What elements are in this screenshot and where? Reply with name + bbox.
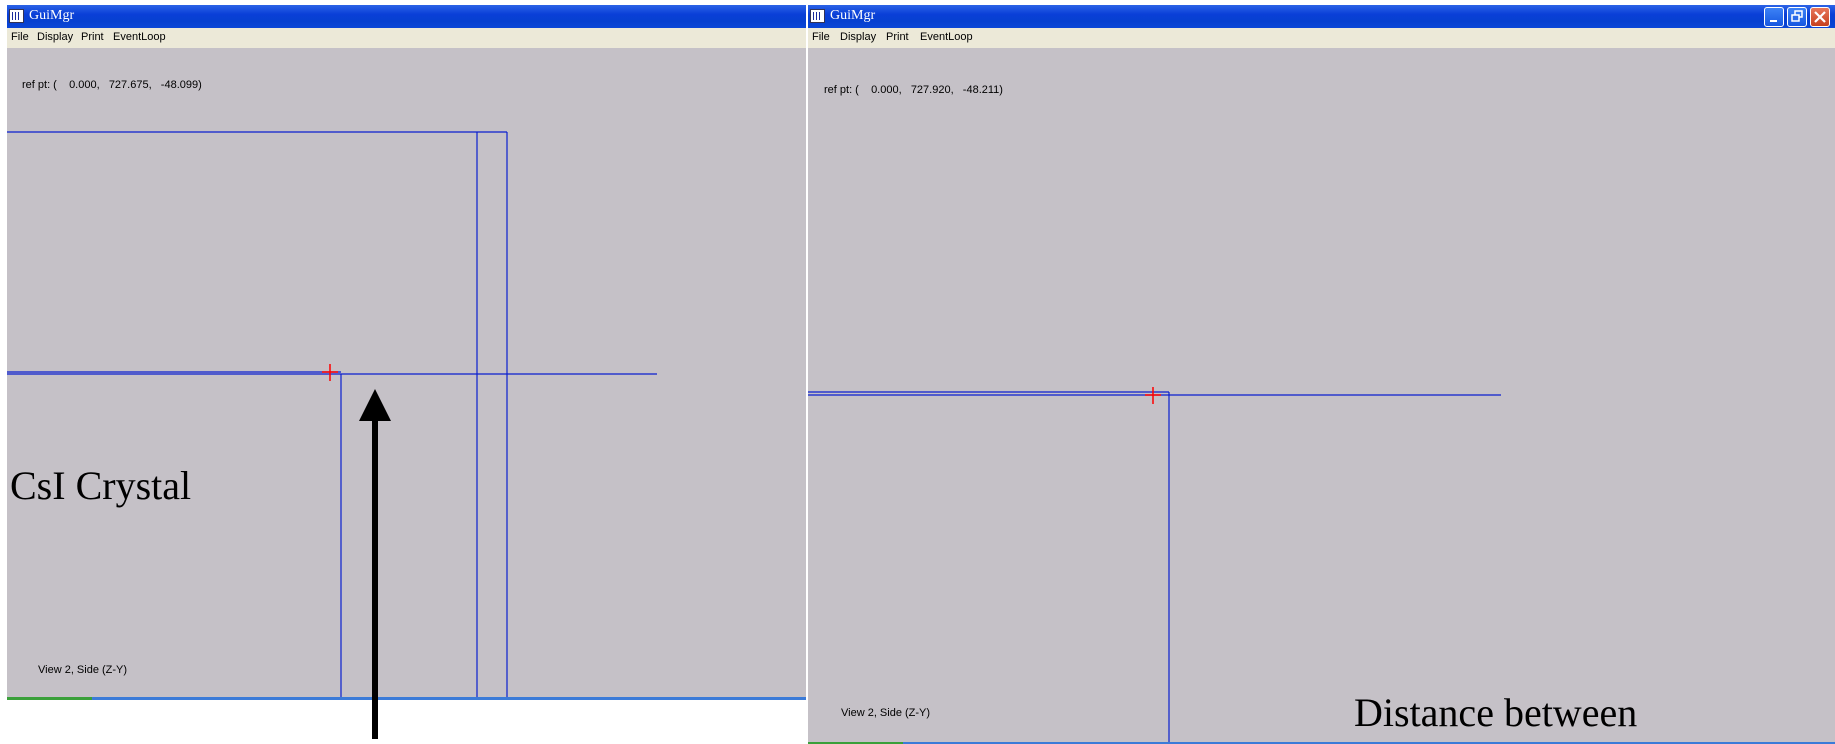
menu-display[interactable]: Display (840, 31, 876, 43)
restore-button[interactable] (1787, 7, 1807, 27)
menu-eventloop[interactable]: EventLoop (920, 31, 973, 43)
left-geometry-drawing (7, 131, 657, 698)
crosshair-icon (322, 364, 338, 381)
right-title-bar[interactable]: GuiMgr (808, 5, 1835, 28)
right-geometry-canvas[interactable]: ref pt: ( 0.000, 727.920, -48.211) View … (808, 48, 1835, 744)
left-status-strip (92, 697, 806, 700)
right-menu-bar: File Display Print EventLoop (808, 28, 1835, 48)
app-icon[interactable] (9, 9, 24, 23)
menu-file[interactable]: File (812, 31, 830, 43)
view-label: View 2, Side (Z-Y) (38, 664, 128, 676)
menu-file[interactable]: File (11, 31, 29, 43)
minimize-button[interactable] (1764, 7, 1784, 27)
left-geometry-canvas[interactable]: ref pt: ( 0.000, 727.675, -48.099) View … (7, 48, 806, 700)
minimize-icon (1770, 20, 1777, 22)
close-button[interactable] (1810, 7, 1830, 27)
left-menu-bar: File Display Print EventLoop (7, 28, 806, 48)
left-guimgr-window: GuiMgr File Display Print EventLoop ref … (7, 5, 806, 700)
left-title-bar[interactable]: GuiMgr (7, 5, 806, 28)
menu-eventloop[interactable]: EventLoop (113, 31, 166, 43)
arrow-icon (359, 389, 391, 739)
menu-print[interactable]: Print (81, 31, 104, 43)
view-label: View 2, Side (Z-Y) (841, 707, 931, 719)
right-window-title: GuiMgr (830, 8, 876, 23)
menu-display[interactable]: Display (37, 31, 73, 43)
csi-crystal-label: CsI Crystal (10, 463, 192, 508)
right-guimgr-window: GuiMgr File Display Print EventLoop ref … (808, 5, 1835, 744)
left-window-title: GuiMgr (29, 8, 75, 23)
left-status-strip (7, 697, 92, 700)
menu-print[interactable]: Print (886, 31, 909, 43)
close-icon (1814, 11, 1826, 23)
right-geometry-drawing (808, 387, 1501, 744)
restore-icon (1791, 10, 1803, 22)
crosshair-icon (1145, 387, 1161, 404)
distance-between-label: Distance between (1354, 690, 1638, 735)
app-icon[interactable] (810, 9, 825, 23)
